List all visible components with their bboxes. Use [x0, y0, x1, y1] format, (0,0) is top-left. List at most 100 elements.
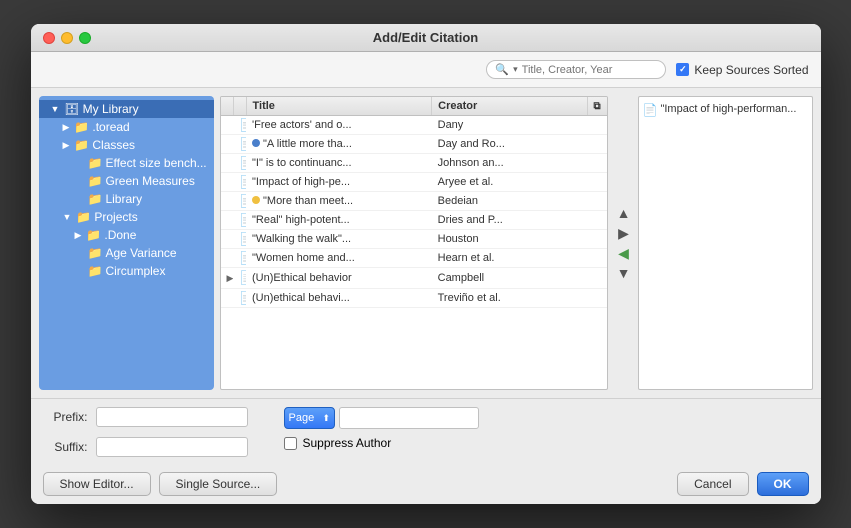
sidebar-item-library[interactable]: 📁 Library [39, 190, 214, 208]
row-title: 'Free actors' and o... [246, 116, 432, 135]
row-title: "A little more tha... [246, 135, 432, 154]
table-row[interactable]: 📄 "A little more tha... Day and Ro... [221, 135, 607, 154]
selected-citations-list[interactable]: 📄 "Impact of high-performan... [638, 96, 813, 390]
row-title: "More than meet... [246, 192, 432, 211]
keep-sorted-option[interactable]: Keep Sources Sorted [676, 63, 808, 77]
prefix-suffix-fields: Prefix: Suffix: [43, 407, 248, 462]
prefix-label: Prefix: [43, 410, 88, 424]
search-dropdown-icon[interactable]: ▾ [513, 64, 518, 75]
select-arrow-icon: ⬆ [319, 413, 335, 424]
row-expand-icon[interactable]: ▶ [227, 272, 234, 284]
table-row[interactable]: 📄 'Free actors' and o... Dany [221, 116, 607, 135]
table-row[interactable]: 📄 "Impact of high-pe... Aryee et al. [221, 173, 607, 192]
row-title: (Un)ethical behavi... [246, 289, 432, 308]
table-row[interactable]: 📄 (Un)ethical behavi... Treviño et al. [221, 289, 607, 308]
sidebar-item-label: Age Variance [105, 246, 176, 260]
table-row[interactable]: 📄 "Real" high-potent... Dries and P... [221, 211, 607, 230]
sidebar-item-age-variance[interactable]: 📁 Age Variance [39, 244, 214, 262]
scroll-up-button[interactable]: ▲ [616, 205, 632, 221]
maximize-button[interactable] [79, 32, 91, 44]
doc-icon-red: 📄 [239, 270, 246, 285]
table-row[interactable]: 📄 "Women home and... Hearn et al. [221, 249, 607, 268]
row-creator: Aryee et al. [432, 173, 587, 192]
toolbar: 🔍 ▾ Keep Sources Sorted [31, 52, 821, 88]
sidebar-item-green-measures[interactable]: 📁 Green Measures [39, 172, 214, 190]
center-panel: Title Creator ⧉ 📄 'Free actors' and o... [220, 96, 608, 390]
citations-table: Title Creator ⧉ 📄 'Free actors' and o... [221, 97, 607, 308]
table-row[interactable]: 📄 "Walking the walk"... Houston [221, 230, 607, 249]
citations-table-container[interactable]: Title Creator ⧉ 📄 'Free actors' and o... [220, 96, 608, 390]
col-header-title[interactable]: Title [246, 97, 432, 116]
search-input[interactable] [522, 64, 658, 76]
suppress-author-checkbox[interactable] [284, 437, 297, 450]
row-creator: Day and Ro... [432, 135, 587, 154]
close-button[interactable] [43, 32, 55, 44]
doc-icon: 📄 [239, 118, 246, 132]
right-panel: 📄 "Impact of high-performan... [638, 96, 813, 390]
sidebar-item-done[interactable]: ▶ 📁 .Done [39, 226, 214, 244]
row-title: "Women home and... [246, 249, 432, 268]
table-row[interactable]: 📄 "I" is to continuanc... Johnson an... [221, 154, 607, 173]
col-header-creator[interactable]: Creator [432, 97, 587, 116]
row-creator: Bedeian [432, 192, 587, 211]
col-header-attach: ⧉ [587, 97, 607, 116]
sidebar-item-label: Projects [94, 210, 137, 224]
title-bar: Add/Edit Citation [31, 24, 821, 52]
move-left-button[interactable]: ◀ [617, 245, 630, 261]
sidebar-item-label: Classes [92, 138, 135, 152]
page-type-select-wrapper[interactable]: Page ⬆ [284, 407, 336, 429]
ok-button[interactable]: OK [757, 472, 809, 496]
traffic-lights [43, 32, 91, 44]
page-type-select[interactable]: Page [285, 408, 319, 428]
scroll-right-button[interactable]: ▶ [617, 225, 630, 241]
search-icon: 🔍 [495, 63, 509, 76]
selected-citation-item[interactable]: 📄 "Impact of high-performan... [643, 101, 808, 119]
keep-sorted-checkbox[interactable] [676, 63, 689, 76]
sidebar-item-my-library[interactable]: ▼ 🗄 My Library [39, 100, 214, 118]
prefix-input[interactable] [96, 407, 248, 427]
suffix-label: Suffix: [43, 440, 88, 454]
row-creator: Campbell [432, 268, 587, 289]
row-title: (Un)Ethical behavior [246, 268, 432, 289]
row-creator: Houston [432, 230, 587, 249]
suffix-input[interactable] [96, 437, 248, 457]
prefix-row: Prefix: [43, 407, 248, 427]
doc-icon: 📄 [643, 103, 658, 117]
sidebar-item-label: Library [105, 192, 142, 206]
table-row[interactable]: 📄 "More than meet... Bedeian [221, 192, 607, 211]
sidebar-item-projects[interactable]: ▼ 📁 Projects [39, 208, 214, 226]
status-dot-blue [252, 139, 260, 147]
sidebar-item-effect-size[interactable]: 📁 Effect size bench... [39, 154, 214, 172]
single-source-button[interactable]: Single Source... [159, 472, 278, 496]
cancel-button[interactable]: Cancel [677, 472, 748, 496]
doc-icon: 📄 [239, 291, 246, 305]
row-title: "Walking the walk"... [246, 230, 432, 249]
suppress-author-row: Suppress Author [284, 436, 809, 450]
sidebar-item-toread[interactable]: ▶ 📁 .toread [39, 118, 214, 136]
keep-sorted-label: Keep Sources Sorted [694, 63, 808, 77]
scroll-down-button[interactable]: ▼ [616, 265, 632, 281]
right-area: ▲ ▶ ◀ ▼ 📄 "Impact of high-performan... [614, 96, 813, 390]
page-value-input[interactable] [339, 407, 479, 429]
citation-text: "Impact of high-performan... [660, 103, 796, 115]
sidebar-item-classes[interactable]: ▶ 📁 Classes [39, 136, 214, 154]
page-row: Page ⬆ [284, 407, 809, 429]
folder-icon: 📁 [86, 228, 101, 242]
sidebar-item-circumplex[interactable]: 📁 Circumplex [39, 262, 214, 280]
row-title: "Impact of high-pe... [246, 173, 432, 192]
doc-icon: 📄 [239, 156, 246, 170]
status-dot-yellow [252, 196, 260, 204]
folder-icon: 📁 [88, 174, 103, 188]
right-buttons: Cancel OK [677, 472, 808, 496]
search-box[interactable]: 🔍 ▾ [486, 60, 666, 79]
minimize-button[interactable] [61, 32, 73, 44]
row-creator: Johnson an... [432, 154, 587, 173]
row-creator: Hearn et al. [432, 249, 587, 268]
table-row[interactable]: ▶ 📄 (Un)Ethical behavior Campbell [221, 268, 607, 289]
show-editor-button[interactable]: Show Editor... [43, 472, 151, 496]
page-area: Page ⬆ Suppress Author [284, 407, 809, 450]
doc-icon: 📄 [239, 194, 246, 208]
row-creator: Dany [432, 116, 587, 135]
folder-icon: 📁 [88, 264, 103, 278]
bottom-form: Prefix: Suffix: Page ⬆ [31, 398, 821, 504]
